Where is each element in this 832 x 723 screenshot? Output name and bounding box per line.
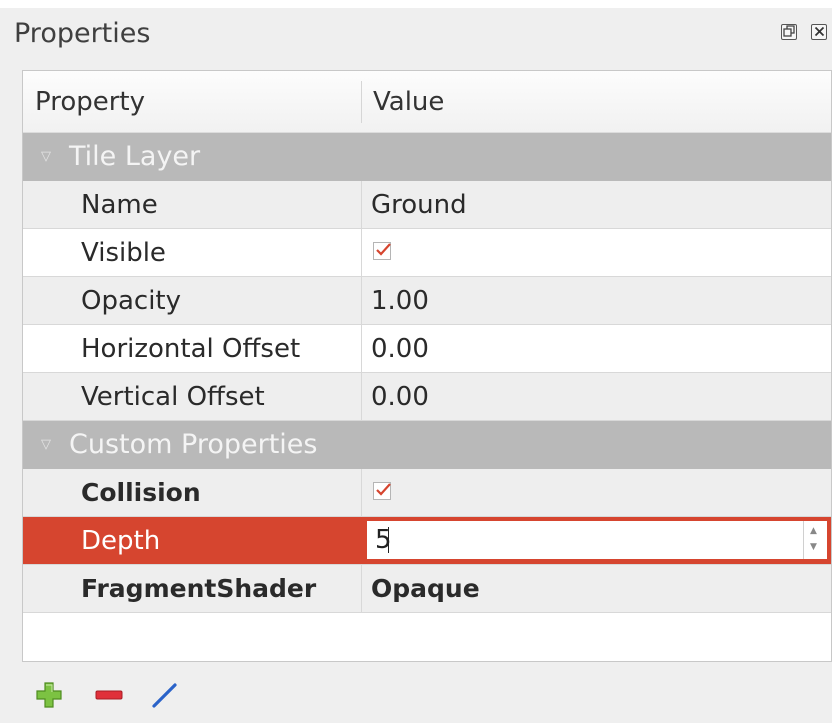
group-label: Tile Layer (69, 141, 201, 172)
depth-value-spinbox[interactable]: 5 ▲ ▼ (365, 519, 829, 561)
spin-buttons[interactable]: ▲ ▼ (803, 521, 828, 559)
column-divider (361, 229, 362, 277)
properties-table: Property Value ▽ Tile Layer Name Ground … (22, 70, 832, 662)
collapse-arrow-icon[interactable]: ▽ (41, 421, 51, 469)
remove-property-button[interactable] (94, 680, 124, 710)
property-value[interactable]: 1.00 (371, 277, 429, 325)
pencil-icon (152, 683, 177, 708)
column-divider (361, 373, 362, 421)
table-header: Property Value (23, 71, 831, 133)
table-row[interactable]: Vertical Offset 0.00 (23, 373, 831, 421)
header-divider (361, 81, 362, 123)
group-row-custom-properties[interactable]: ▽ Custom Properties (23, 421, 831, 469)
table-row[interactable]: Horizontal Offset 0.00 (23, 325, 831, 373)
float-panel-button[interactable] (781, 24, 797, 40)
panel-title: Properties (14, 18, 151, 49)
property-value[interactable]: Opaque (371, 565, 480, 613)
property-name: Opacity (81, 286, 182, 316)
group-row-tile-layer[interactable]: ▽ Tile Layer (23, 133, 831, 181)
table-row[interactable]: Name Ground (23, 181, 831, 229)
table-row-selected[interactable]: Depth 5 ▲ ▼ (23, 517, 831, 565)
column-divider (361, 181, 362, 229)
properties-panel: Properties Property Value ▽ Tile Layer N (0, 8, 832, 723)
table-row[interactable]: Opacity 1.00 (23, 277, 831, 325)
properties-toolbar (34, 680, 234, 710)
float-icon (782, 25, 795, 37)
property-name: Collision (81, 478, 201, 507)
collision-checkbox[interactable] (373, 482, 391, 500)
property-name: FragmentShader (81, 574, 317, 603)
property-name: Depth (81, 526, 161, 556)
column-divider (361, 325, 362, 373)
depth-value-input[interactable]: 5 (375, 521, 392, 559)
add-property-button[interactable] (34, 680, 64, 710)
plus-icon (36, 682, 62, 708)
column-divider (361, 469, 362, 517)
rename-property-button[interactable] (150, 680, 180, 710)
spin-up-icon[interactable]: ▲ (810, 526, 817, 536)
table-row[interactable]: FragmentShader Opaque (23, 565, 831, 613)
collapse-arrow-icon[interactable]: ▽ (41, 133, 51, 181)
empty-row (23, 613, 831, 661)
value-column-header[interactable]: Value (373, 71, 444, 133)
property-value[interactable]: 0.00 (371, 325, 429, 373)
minus-icon (95, 690, 123, 700)
spin-down-icon[interactable]: ▼ (810, 542, 817, 552)
column-divider (361, 565, 362, 613)
property-name: Visible (81, 238, 166, 268)
text-caret (388, 527, 389, 553)
property-value[interactable]: 0.00 (371, 373, 429, 421)
check-icon (376, 243, 391, 256)
panel-titlebar: Properties (0, 8, 832, 62)
property-value[interactable]: Ground (371, 181, 467, 229)
close-panel-button[interactable] (811, 24, 827, 40)
property-name: Vertical Offset (81, 382, 265, 412)
close-icon (814, 26, 824, 37)
property-column-header[interactable]: Property (35, 71, 145, 133)
column-divider (361, 277, 362, 325)
group-label: Custom Properties (69, 429, 318, 460)
property-name: Horizontal Offset (81, 334, 301, 364)
table-row[interactable]: Visible (23, 229, 831, 277)
table-row[interactable]: Collision (23, 469, 831, 517)
check-icon (376, 483, 391, 496)
property-name: Name (81, 190, 158, 220)
visible-checkbox[interactable] (373, 242, 391, 260)
